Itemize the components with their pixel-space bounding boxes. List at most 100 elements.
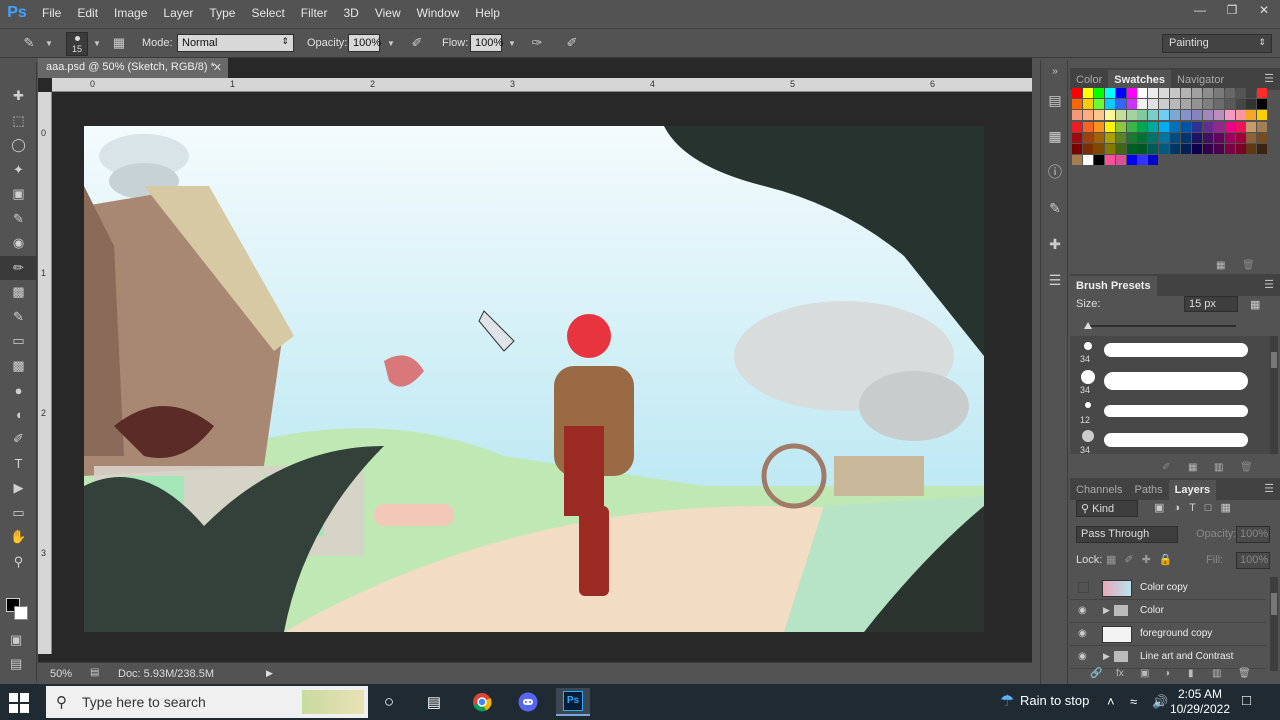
- color-swatch[interactable]: [1093, 132, 1104, 143]
- color-swatch[interactable]: [1159, 132, 1170, 143]
- workspace-select[interactable]: Painting ⇕: [1162, 34, 1272, 53]
- dodge-tool-icon[interactable]: ◖: [0, 403, 37, 428]
- color-swatch[interactable]: [1082, 99, 1093, 110]
- new-group-icon[interactable]: ▮: [1188, 668, 1194, 679]
- color-swatch[interactable]: [1213, 144, 1224, 154]
- color-swatch[interactable]: [1104, 132, 1115, 143]
- color-swatch[interactable]: [1072, 88, 1082, 98]
- brush-size-picker[interactable]: 15: [66, 32, 88, 56]
- brush-preset-item[interactable]: 12: [1074, 396, 1264, 426]
- brush-size-slider[interactable]: [1086, 325, 1236, 327]
- layer-row-line-art[interactable]: ◉ ▶ Line art and Contrast: [1070, 646, 1266, 669]
- weather-text[interactable]: Rain to stop: [1020, 693, 1089, 708]
- brush-preset-item[interactable]: 34: [1074, 366, 1264, 396]
- tab-paths[interactable]: Paths: [1128, 480, 1168, 500]
- trash-icon[interactable]: 🗑: [1238, 668, 1251, 679]
- tab-channels[interactable]: Channels: [1070, 480, 1128, 500]
- color-swatch[interactable]: [1115, 110, 1126, 121]
- color-swatch[interactable]: [1191, 144, 1202, 154]
- menu-filter[interactable]: Filter: [293, 0, 336, 26]
- color-swatch[interactable]: [1148, 121, 1159, 132]
- shape-filter-icon[interactable]: □: [1205, 502, 1221, 514]
- brush-panel-icon[interactable]: ▦: [1188, 462, 1197, 473]
- brush-list-scrollbar[interactable]: [1270, 336, 1278, 454]
- new-layer-icon[interactable]: ▥: [1212, 668, 1221, 679]
- color-swatch[interactable]: [1137, 99, 1148, 110]
- color-swatch[interactable]: [1202, 121, 1213, 132]
- color-swatch[interactable]: [1126, 99, 1137, 110]
- color-swatch[interactable]: [1224, 110, 1235, 121]
- color-swatch[interactable]: [1072, 121, 1082, 132]
- minimize-icon[interactable]: —: [1184, 0, 1216, 20]
- menu-edit[interactable]: Edit: [69, 0, 106, 26]
- color-swatch[interactable]: [1126, 88, 1137, 98]
- trash-icon[interactable]: 🗑: [1240, 462, 1253, 473]
- lock-transparent-icon[interactable]: ▦: [1106, 554, 1124, 566]
- tab-swatches[interactable]: Swatches: [1108, 70, 1172, 90]
- color-swatch[interactable]: [1181, 99, 1191, 110]
- color-swatch[interactable]: [1159, 88, 1170, 98]
- tab-brush-presets[interactable]: Brush Presets: [1070, 276, 1157, 296]
- brush-preset-icon[interactable]: ✎: [20, 35, 38, 53]
- eraser-tool-icon[interactable]: ▭: [0, 329, 37, 354]
- gradient-tool-icon[interactable]: ▩: [0, 354, 37, 379]
- color-swatch[interactable]: [1104, 88, 1115, 98]
- history-brush-tool-icon[interactable]: ✎: [0, 305, 37, 330]
- color-swatch[interactable]: [1246, 99, 1257, 110]
- info-panel-icon[interactable]: ⓘ: [1041, 154, 1069, 190]
- color-swatch[interactable]: [1224, 88, 1235, 98]
- scrollbar-thumb[interactable]: [1271, 352, 1277, 368]
- color-swatch[interactable]: [1082, 144, 1093, 154]
- new-brush-icon[interactable]: ▥: [1214, 462, 1223, 473]
- quick-select-tool-icon[interactable]: ✦: [0, 158, 37, 183]
- color-swatch[interactable]: [1257, 132, 1268, 143]
- color-swatch[interactable]: [1224, 121, 1235, 132]
- color-swatch[interactable]: [1213, 110, 1224, 121]
- menu-window[interactable]: Window: [409, 0, 468, 26]
- properties-panel-icon[interactable]: ▦: [1041, 118, 1069, 154]
- color-swatch[interactable]: [1115, 88, 1126, 98]
- hand-tool-icon[interactable]: ✋: [0, 525, 37, 550]
- panel-menu-icon[interactable]: ☰: [1264, 278, 1274, 291]
- color-swatch[interactable]: [1170, 144, 1181, 154]
- menu-3d[interactable]: 3D: [335, 0, 366, 26]
- adjustment-layer-icon[interactable]: ◑: [1164, 668, 1170, 679]
- image-filter-icon[interactable]: ▣: [1154, 502, 1173, 514]
- color-swatch[interactable]: [1246, 132, 1257, 143]
- color-swatch[interactable]: [1246, 121, 1257, 132]
- color-swatch[interactable]: [1191, 132, 1202, 143]
- task-view-icon[interactable]: ▤: [417, 688, 451, 716]
- color-swatch[interactable]: [1159, 110, 1170, 121]
- brush-preset-item[interactable]: 34: [1074, 426, 1264, 456]
- brush-size-input[interactable]: 15 px: [1184, 296, 1238, 312]
- color-swatch[interactable]: [1126, 132, 1137, 143]
- create-brush-icon[interactable]: ▦: [1250, 298, 1260, 311]
- color-swatch[interactable]: [1191, 110, 1202, 121]
- chevron-down-icon[interactable]: ▼: [382, 39, 400, 57]
- color-swatch[interactable]: [1181, 110, 1191, 121]
- tab-navigator[interactable]: Navigator: [1171, 70, 1230, 90]
- shape-tool-icon[interactable]: ▭: [0, 501, 37, 526]
- color-swatch[interactable]: [1213, 121, 1224, 132]
- color-swatch[interactable]: [1072, 99, 1082, 110]
- layer-row-foreground-copy[interactable]: ◉ foreground copy: [1070, 623, 1266, 646]
- color-swatch[interactable]: [1235, 121, 1246, 132]
- brush-panel-toggle-icon[interactable]: ▦: [110, 35, 128, 53]
- color-swatch[interactable]: [1159, 121, 1170, 132]
- color-swatch[interactable]: [1072, 132, 1082, 143]
- color-swatch[interactable]: [1202, 144, 1213, 154]
- color-swatch[interactable]: [1246, 88, 1257, 98]
- move-tool-icon[interactable]: ✚: [0, 84, 37, 109]
- menu-select[interactable]: Select: [243, 0, 292, 26]
- color-swatch[interactable]: [1181, 144, 1191, 154]
- tool-presets-panel-icon[interactable]: ☰: [1041, 262, 1069, 298]
- color-swatch[interactable]: [1137, 132, 1148, 143]
- panel-menu-icon[interactable]: ☰: [1264, 72, 1274, 85]
- color-swatch[interactable]: [1159, 99, 1170, 110]
- color-swatch[interactable]: [1115, 99, 1126, 110]
- lock-paint-icon[interactable]: ✐: [1124, 554, 1141, 566]
- color-swatch[interactable]: [1126, 155, 1137, 166]
- color-swatch[interactable]: [1170, 110, 1181, 121]
- taskbar-search-box[interactable]: ⚲ Type here to search: [46, 686, 368, 718]
- history-panel-icon[interactable]: ▤: [1041, 82, 1069, 118]
